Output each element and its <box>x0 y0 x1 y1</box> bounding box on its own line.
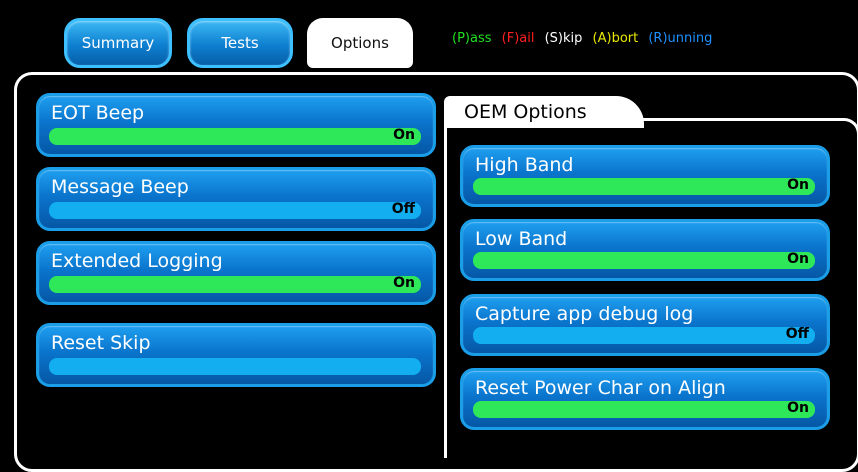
tab-options[interactable]: Options <box>307 18 413 68</box>
eot-beep-state-bar: On <box>49 127 421 145</box>
capture-debug-log-state-bar: Off <box>473 326 815 344</box>
legend-running: (R)unning <box>648 31 713 46</box>
tab-tests[interactable]: Tests <box>187 18 293 68</box>
eot-beep-toggle[interactable]: EOT Beep On <box>36 93 436 157</box>
low-band-label: Low Band <box>475 228 568 250</box>
capture-debug-log-toggle[interactable]: Capture app debug log Off <box>460 294 830 356</box>
legend-skip: (S)kip <box>544 31 583 46</box>
high-band-label: High Band <box>475 154 574 176</box>
low-band-state: On <box>787 251 809 267</box>
low-band-state-bar: On <box>473 251 815 269</box>
status-legend: (P)ass (F)ail (S)kip (A)bort (R)unning <box>452 31 718 46</box>
low-band-toggle[interactable]: Low Band On <box>460 219 830 281</box>
message-beep-toggle[interactable]: Message Beep Off <box>36 167 436 231</box>
legend-fail: (F)ail <box>501 31 535 46</box>
reset-skip-state-bar <box>49 358 421 375</box>
oem-options-title: OEM Options <box>444 96 644 128</box>
reset-power-char-state-bar: On <box>473 400 815 418</box>
reset-power-char-state: On <box>787 400 809 416</box>
high-band-state-bar: On <box>473 177 815 195</box>
tab-summary-label: Summary <box>81 34 155 52</box>
message-beep-state: Off <box>391 201 415 217</box>
high-band-state: On <box>787 177 809 193</box>
capture-debug-log-label: Capture app debug log <box>475 303 694 325</box>
reset-power-char-toggle[interactable]: Reset Power Char on Align On <box>460 368 830 430</box>
high-band-toggle[interactable]: High Band On <box>460 145 830 207</box>
legend-abort: (A)bort <box>592 31 639 46</box>
reset-power-char-label: Reset Power Char on Align <box>475 377 726 399</box>
extended-logging-label: Extended Logging <box>51 250 223 272</box>
message-beep-label: Message Beep <box>51 176 189 198</box>
eot-beep-label: EOT Beep <box>51 102 145 124</box>
tab-summary[interactable]: Summary <box>64 18 172 68</box>
reset-skip-label: Reset Skip <box>51 332 151 354</box>
extended-logging-toggle[interactable]: Extended Logging On <box>36 241 436 305</box>
legend-pass: (P)ass <box>452 31 492 46</box>
eot-beep-state: On <box>393 127 415 143</box>
reset-skip-button[interactable]: Reset Skip <box>36 323 436 387</box>
capture-debug-log-state: Off <box>785 326 809 342</box>
tab-options-label: Options <box>331 34 389 52</box>
extended-logging-state-bar: On <box>49 275 421 293</box>
message-beep-state-bar: Off <box>49 201 421 219</box>
extended-logging-state: On <box>393 275 415 291</box>
tab-tests-label: Tests <box>221 34 259 52</box>
